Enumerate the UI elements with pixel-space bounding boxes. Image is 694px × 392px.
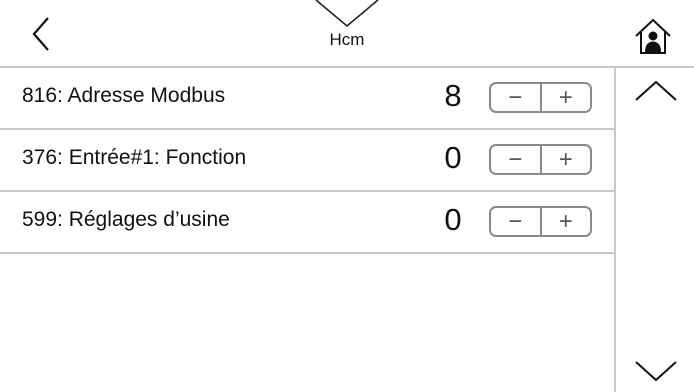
increment-button[interactable]: + [539, 207, 591, 235]
parameter-value: 8 [444, 78, 462, 113]
list-item: 376: Entrée#1: Fonction 0 − + [0, 130, 614, 192]
parameter-value: 0 [444, 140, 462, 175]
parameter-value: 0 [444, 202, 462, 237]
minus-icon: − [508, 83, 523, 111]
minus-icon: − [508, 207, 523, 235]
header-bar: Hcm [0, 0, 694, 66]
menu-tab-chevron-down-icon[interactable] [312, 0, 382, 28]
plus-icon: + [558, 145, 573, 173]
scroll-column-divider [614, 68, 616, 392]
home-icon[interactable] [633, 17, 673, 57]
decrement-button[interactable]: − [491, 146, 540, 173]
value-stepper: − + [489, 206, 592, 237]
decrement-button[interactable]: − [491, 84, 540, 111]
minus-icon: − [508, 145, 523, 173]
decrement-button[interactable]: − [491, 208, 540, 235]
parameter-label: 599: Réglages d’usine [22, 208, 230, 231]
scroll-up-chevron-icon[interactable] [630, 76, 682, 106]
increment-button[interactable]: + [539, 145, 591, 173]
increment-button[interactable]: + [539, 83, 591, 111]
scroll-down-chevron-icon[interactable] [630, 356, 682, 386]
plus-icon: + [558, 207, 573, 235]
plus-icon: + [558, 83, 573, 111]
list-item: 599: Réglages d’usine 0 − + [0, 192, 614, 254]
parameter-label: 816: Adresse Modbus [22, 84, 226, 107]
value-stepper: − + [489, 82, 592, 113]
list-item: 816: Adresse Modbus 8 − + [0, 68, 614, 130]
page-title: Hcm [329, 30, 365, 49]
value-stepper: − + [489, 144, 592, 175]
parameter-label: 376: Entrée#1: Fonction [22, 146, 247, 169]
parameter-list: 816: Adresse Modbus 8 − + 376: Entrée#1:… [0, 68, 614, 254]
